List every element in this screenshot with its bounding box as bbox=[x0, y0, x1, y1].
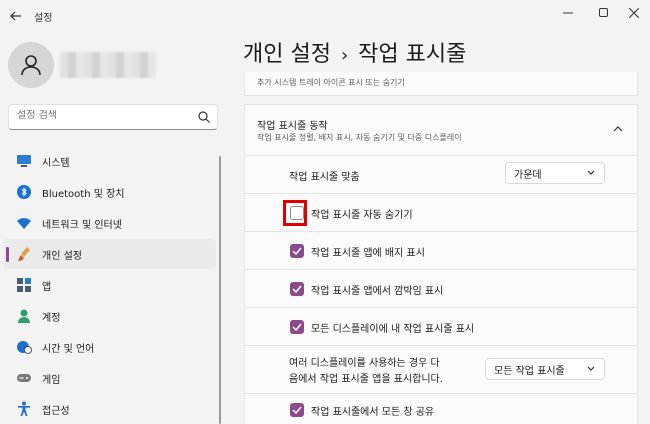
sidebar-item-system[interactable]: 시스템 bbox=[4, 146, 216, 176]
globe-clock-icon bbox=[16, 339, 32, 355]
all-displays-label: 모든 디스플레이에 내 작업 표시줄 표시 bbox=[311, 324, 475, 335]
checkmark-icon bbox=[292, 247, 302, 255]
page-title: 작업 표시줄 bbox=[358, 42, 467, 67]
avatar[interactable] bbox=[8, 42, 54, 88]
checkmark-icon bbox=[292, 406, 302, 414]
sidebar-item-label: 시간 및 언어 bbox=[42, 343, 95, 355]
alignment-row: 작업 표시줄 맞춤 가운데 bbox=[244, 156, 638, 194]
behavior-section-header[interactable]: 작업 표시줄 동작 작업 표시줄 정렬, 배지 표시, 자동 숨기기 및 다중 … bbox=[244, 104, 638, 156]
active-indicator bbox=[6, 247, 9, 262]
close-button[interactable] bbox=[620, 2, 648, 24]
sidebar-item-network[interactable]: 네트워크 및 인터넷 bbox=[4, 208, 216, 238]
multi-display-row: 여러 디스플레이를 사용하는 경우 다 음에서 작업 표시줄 앱을 표시합니다.… bbox=[244, 346, 638, 394]
close-icon bbox=[629, 8, 639, 18]
apps-icon bbox=[16, 277, 32, 293]
arrow-left-icon bbox=[10, 11, 21, 21]
sidebar-item-time-language[interactable]: 시간 및 언어 bbox=[4, 332, 216, 362]
sidebar-scrollbar[interactable] bbox=[219, 156, 221, 424]
checkmark-icon bbox=[292, 285, 302, 293]
sidebar-item-label: 네트워크 및 인터넷 bbox=[42, 219, 122, 231]
section-subtitle: 작업 표시줄 정렬, 배지 표시, 자동 숨기기 및 다중 디스플레이 bbox=[257, 133, 462, 142]
search-box[interactable] bbox=[8, 104, 218, 130]
alignment-dropdown[interactable]: 가운데 bbox=[505, 162, 605, 184]
chevron-down-icon bbox=[587, 366, 595, 371]
alignment-value: 가운데 bbox=[514, 169, 542, 181]
wifi-icon bbox=[16, 215, 32, 231]
flashing-checkbox[interactable] bbox=[290, 282, 304, 296]
bluetooth-icon bbox=[16, 184, 32, 200]
section-title: 작업 표시줄 동작 bbox=[257, 121, 328, 132]
badges-row[interactable]: 작업 표시줄 앱에 배지 표시 bbox=[244, 232, 638, 270]
minimize-button[interactable] bbox=[554, 2, 582, 24]
title-bar: 설정 bbox=[0, 0, 650, 32]
share-window-checkbox[interactable] bbox=[290, 403, 304, 417]
tray-icons-item[interactable]: 추가 시스템 트레이 아이콘 표시 또는 숨기기 bbox=[244, 72, 638, 96]
sidebar-item-label: 계정 bbox=[42, 312, 61, 324]
sidebar-item-label: 시스템 bbox=[42, 157, 70, 169]
highlight-box bbox=[283, 200, 307, 226]
minimize-icon bbox=[563, 12, 573, 14]
multi-display-label-line2: 음에서 작업 표시줄 앱을 표시합니다. bbox=[289, 374, 443, 385]
monitor-icon bbox=[16, 153, 32, 169]
chevron-up-icon[interactable] bbox=[613, 125, 623, 133]
flashing-label: 작업 표시줄 앱에서 깜박임 표시 bbox=[311, 286, 444, 297]
sidebar-item-personalization[interactable]: 개인 설정 bbox=[4, 239, 216, 269]
alignment-label: 작업 표시줄 맞춤 bbox=[289, 172, 360, 183]
multi-display-label-line1: 여러 디스플레이를 사용하는 경우 다 bbox=[289, 358, 440, 369]
person-icon bbox=[21, 55, 41, 76]
sidebar-item-label: Bluetooth 및 장치 bbox=[42, 188, 125, 200]
accessibility-icon bbox=[16, 401, 32, 417]
search-input[interactable] bbox=[17, 110, 187, 121]
multi-display-value: 모든 작업 표시줄 bbox=[494, 365, 565, 377]
sidebar-item-accessibility[interactable]: 접근성 bbox=[4, 394, 216, 424]
flashing-row[interactable]: 작업 표시줄 앱에서 깜박임 표시 bbox=[244, 270, 638, 308]
multi-display-dropdown[interactable]: 모든 작업 표시줄 bbox=[485, 358, 605, 380]
brush-icon bbox=[16, 246, 32, 262]
sidebar-item-label: 접근성 bbox=[42, 405, 70, 417]
breadcrumb-parent[interactable]: 개인 설정 bbox=[243, 42, 331, 67]
gamepad-icon bbox=[16, 370, 32, 386]
person-icon bbox=[16, 308, 32, 324]
back-button[interactable] bbox=[6, 6, 26, 26]
sidebar-item-label: 개인 설정 bbox=[42, 250, 82, 262]
maximize-icon bbox=[599, 8, 608, 17]
search-icon[interactable] bbox=[197, 110, 211, 124]
auto-hide-label: 작업 표시줄 자동 숨기기 bbox=[311, 210, 413, 221]
sidebar-nav: 시스템 Bluetooth 및 장치 네트워크 및 인터넷 개인 설정 앱 계정 bbox=[0, 146, 220, 424]
sidebar-item-bluetooth[interactable]: Bluetooth 및 장치 bbox=[4, 177, 216, 207]
breadcrumb-separator: › bbox=[340, 45, 349, 66]
badges-label: 작업 표시줄 앱에 배지 표시 bbox=[311, 248, 425, 259]
sidebar-item-gaming[interactable]: 게임 bbox=[4, 363, 216, 393]
share-window-row[interactable]: 작업 표시줄에서 모든 창 공유 bbox=[244, 394, 638, 424]
tray-icons-text: 추가 시스템 트레이 아이콘 표시 또는 숨기기 bbox=[257, 78, 405, 87]
sidebar-item-accounts[interactable]: 계정 bbox=[4, 301, 216, 331]
sidebar-item-label: 앱 bbox=[42, 281, 52, 293]
badges-checkbox[interactable] bbox=[290, 244, 304, 258]
all-displays-row[interactable]: 모든 디스플레이에 내 작업 표시줄 표시 bbox=[244, 308, 638, 346]
checkmark-icon bbox=[292, 323, 302, 331]
breadcrumb: 개인 설정 › 작업 표시줄 bbox=[243, 36, 466, 68]
chevron-down-icon bbox=[587, 170, 595, 175]
sidebar-item-apps[interactable]: 앱 bbox=[4, 270, 216, 300]
share-window-label: 작업 표시줄에서 모든 창 공유 bbox=[311, 407, 435, 418]
all-displays-checkbox[interactable] bbox=[290, 320, 304, 334]
profile-name-redacted bbox=[60, 52, 156, 78]
maximize-button[interactable] bbox=[590, 2, 618, 24]
app-title: 설정 bbox=[34, 13, 53, 24]
sidebar-item-label: 게임 bbox=[42, 374, 61, 386]
